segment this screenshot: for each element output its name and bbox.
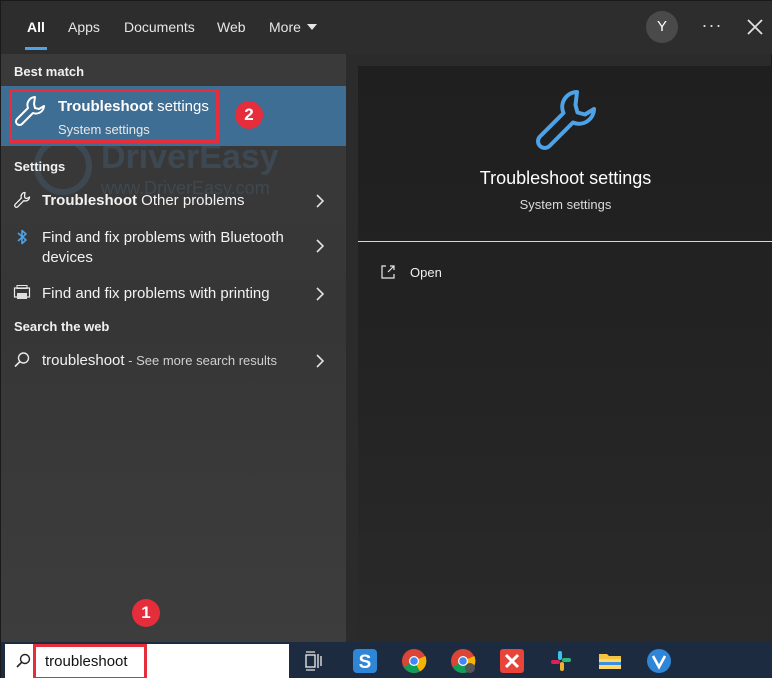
printer-icon: [13, 285, 31, 299]
settings-item-label: Find and fix problems with Bluetooth devi…: [42, 228, 284, 268]
preview-subtitle: System settings: [519, 197, 612, 212]
taskbar: troubleshoot S: [1, 642, 772, 678]
search-icon: [14, 352, 30, 368]
chevron-right-icon: [316, 194, 325, 208]
settings-item-label: Troubleshoot Other problems: [42, 191, 245, 211]
tab-more-label: More: [269, 19, 301, 35]
account-avatar[interactable]: Y: [646, 11, 678, 43]
tab-web[interactable]: Web: [217, 1, 246, 54]
svg-text:S: S: [359, 652, 372, 673]
bluetooth-line2: devices: [42, 249, 93, 266]
slack-icon[interactable]: [548, 648, 574, 674]
annotation-step-1: 1: [132, 599, 160, 627]
results-panel: DriverEasy www.DriverEasy.com Best match…: [1, 54, 346, 642]
annotation-search-box: [33, 644, 147, 678]
bluetooth-line1: Find and fix problems with Bluetooth: [42, 229, 284, 246]
tab-all[interactable]: All: [25, 1, 47, 54]
chevron-right-icon: [316, 354, 325, 368]
search-web-heading: Search the web: [14, 319, 110, 334]
task-view-icon[interactable]: [301, 648, 327, 674]
settings-heading: Settings: [14, 159, 66, 174]
annotation-step-2: 2: [235, 101, 263, 129]
chevron-right-icon: [316, 287, 325, 301]
web-search-label: troubleshoot - See more search results: [42, 351, 277, 371]
bluetooth-icon: [17, 229, 27, 245]
tab-documents[interactable]: Documents: [124, 1, 195, 54]
annotation-highlight-box: [9, 89, 219, 143]
snagit-icon[interactable]: S: [352, 648, 378, 674]
chevron-down-icon: [306, 24, 317, 30]
chrome-icon[interactable]: [401, 648, 427, 674]
open-icon: [381, 265, 395, 279]
tab-more[interactable]: More: [269, 1, 317, 54]
settings-item-bold: Troubleshoot: [42, 192, 137, 209]
panel-gutter: [346, 54, 358, 642]
chrome-canary-icon[interactable]: [450, 648, 476, 674]
wrench-icon: [14, 191, 31, 208]
search-icon: [16, 653, 31, 668]
web-search-item[interactable]: troubleshoot - See more search results: [1, 348, 346, 374]
close-icon[interactable]: [742, 14, 768, 40]
chevron-right-icon: [316, 239, 325, 253]
settings-item-rest: Other problems: [137, 192, 245, 209]
web-search-query: troubleshoot: [42, 352, 125, 369]
file-explorer-icon[interactable]: [597, 648, 623, 674]
open-label: Open: [410, 265, 442, 280]
preview-title: Troubleshoot settings: [479, 168, 652, 188]
settings-item-label: Find and fix problems with printing: [42, 285, 270, 302]
tab-apps[interactable]: Apps: [68, 1, 100, 54]
tab-bar: All Apps Documents Web More Y ···: [1, 1, 772, 54]
settings-item-printing[interactable]: Find and fix problems with printing: [1, 281, 346, 307]
taskbar-search-box[interactable]: troubleshoot: [5, 644, 289, 678]
wrench-icon: [536, 90, 596, 150]
vpn-icon[interactable]: [646, 648, 672, 674]
settings-item-bluetooth[interactable]: Find and fix problems with Bluetooth devi…: [1, 226, 346, 270]
web-search-suffix: - See more search results: [124, 353, 278, 368]
preview-divider: [358, 241, 772, 242]
search-window: All Apps Documents Web More Y ··· Driver…: [0, 0, 772, 678]
more-options-icon[interactable]: ···: [701, 13, 723, 41]
settings-item-troubleshoot-other[interactable]: Troubleshoot Other problems: [1, 188, 346, 214]
preview-panel: Troubleshoot settings System settings Op…: [358, 66, 772, 642]
open-action[interactable]: Open: [380, 262, 500, 284]
xmind-icon[interactable]: [499, 648, 525, 674]
best-match-heading: Best match: [14, 64, 85, 79]
